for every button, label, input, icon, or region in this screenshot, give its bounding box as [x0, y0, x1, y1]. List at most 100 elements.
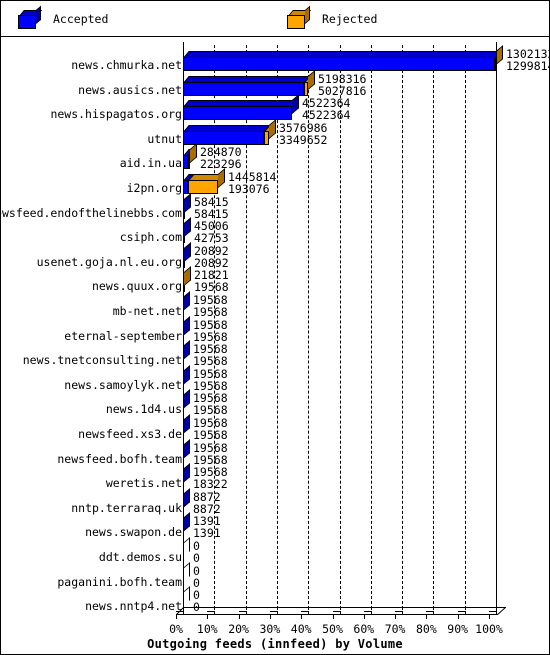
- accepted-swatch-icon: [18, 5, 43, 29]
- x-axis-tick-back: [183, 606, 184, 610]
- category-label: news.quux.org: [91, 279, 182, 294]
- bar-value-accepted: 8872: [193, 501, 221, 516]
- bar-value-total: 3576986: [279, 120, 328, 135]
- x-axis-tick: [238, 614, 240, 619]
- bar-side-face: [218, 168, 225, 188]
- bar-side-face: [183, 463, 190, 484]
- x-axis-tick: [207, 614, 209, 619]
- bar-segment-accepted: [183, 130, 264, 145]
- bar-value-accepted: 19568: [193, 452, 228, 467]
- bar-value-total: 20892: [194, 243, 229, 258]
- legend-item-accepted: Accepted: [18, 5, 109, 31]
- bar-value-accepted: 0: [193, 575, 200, 590]
- x-axis-tick-connector: [426, 611, 434, 612]
- bar-value-accepted: 58415: [194, 206, 229, 221]
- x-axis-line-back: [184, 607, 506, 608]
- category-label: news.hispagatos.org: [50, 107, 182, 122]
- bar-side-face: [183, 414, 190, 434]
- bar-value-accepted: 0: [193, 551, 200, 565]
- bar-value-accepted: 42753: [194, 231, 229, 246]
- bar-value-accepted: 19568: [193, 354, 228, 369]
- category-label: utnut: [147, 131, 182, 146]
- x-axis-tick-back: [276, 606, 278, 610]
- category-label: usenet.goja.nl.eu.org: [36, 254, 182, 269]
- y-axis-line: [183, 42, 184, 614]
- x-axis-tick: [489, 614, 490, 619]
- category-label: ddt.demos.su: [98, 550, 182, 564]
- bar-value-accepted: 3349652: [279, 132, 328, 147]
- bar-value-accepted: 12998142: [506, 59, 550, 73]
- legend: Accepted Rejected: [0, 0, 550, 37]
- category-label: newsfeed.bofh.team: [57, 451, 182, 466]
- bar-value-total: 5198316: [318, 71, 367, 86]
- x-axis-tick: [176, 614, 177, 619]
- x-axis-tick-back: [308, 606, 310, 610]
- category-label: weretis.net: [105, 476, 182, 491]
- category-label: paganini.bofh.team: [57, 574, 182, 589]
- x-axis-tick: [395, 614, 397, 619]
- category-label: news.chmurka.net: [71, 58, 182, 72]
- bar-zero-marker: [183, 586, 190, 607]
- gridline: [464, 45, 466, 614]
- legend-label-accepted: Accepted: [53, 12, 109, 26]
- gridline: [370, 45, 372, 614]
- gridline: [276, 45, 278, 614]
- bar-side-face: [183, 291, 190, 311]
- bar-value-accepted: 19568: [194, 280, 229, 295]
- bar-value-accepted: 223296: [200, 157, 242, 172]
- bar-segment-accepted: [183, 81, 304, 96]
- bar-value-accepted: 19568: [193, 428, 228, 442]
- x-axis-tick-back: [402, 606, 404, 610]
- x-axis-tick-connector: [395, 611, 403, 612]
- x-axis-tick-connector: [301, 611, 309, 612]
- bar-side-face: [184, 217, 191, 238]
- x-axis-tick: [457, 614, 459, 619]
- x-axis-tick-back: [245, 606, 247, 610]
- bar-side-face: [183, 364, 190, 385]
- bar-side-face: [183, 389, 190, 410]
- bar-side-face: [183, 315, 190, 336]
- category-label: news.nntp4.net: [85, 599, 182, 614]
- x-axis-tick: [363, 614, 365, 619]
- x-axis-tick: [332, 614, 334, 619]
- category-label: newsfeed.xs3.de: [78, 427, 182, 441]
- x-axis-tick-back: [496, 606, 497, 610]
- bar-segment-rejected: [188, 180, 218, 194]
- bar-side-face: [292, 94, 299, 115]
- bar-side-face: [183, 340, 190, 361]
- bar-value-accepted: 19568: [193, 378, 228, 393]
- x-axis-line: [176, 614, 498, 615]
- plot-area: 1302132212998142519831650278164522364452…: [0, 37, 550, 655]
- category-label: nntp.terraraq.uk: [71, 500, 182, 515]
- x-axis-tick-back: [433, 606, 435, 610]
- bar-side-face: [183, 512, 190, 533]
- bar-value-total: 19568: [193, 317, 228, 332]
- bar-value-total: 19568: [193, 440, 228, 455]
- bar-value-accepted: 18322: [193, 477, 228, 492]
- category-label: newsfeed.endofthelinebbs.com: [0, 205, 182, 220]
- category-label: news.swapon.de: [85, 525, 182, 540]
- bar-value-accepted: 19568: [193, 329, 228, 344]
- x-axis-tick-connector: [332, 611, 340, 612]
- category-label: i2pn.org: [126, 181, 182, 195]
- bar-side-face: [183, 487, 190, 508]
- x-axis-title: Outgoing feeds (innfeed) by Volume: [147, 637, 403, 651]
- bar-value-total: 8872: [193, 489, 221, 504]
- bar-side-face: [184, 192, 191, 213]
- legend-item-rejected: Rejected: [287, 5, 377, 31]
- bar-value-accepted: 1391: [193, 526, 221, 541]
- bar-side-face: [184, 241, 191, 262]
- x-axis-tick-connector: [238, 611, 246, 612]
- bar-value-accepted: 20892: [194, 255, 229, 270]
- x-axis-tick: [269, 614, 271, 619]
- x-axis-tick-connector: [207, 611, 215, 612]
- axis-depth-right: [497, 607, 506, 615]
- category-label: news.1d4.us: [105, 402, 182, 417]
- category-label: mb-net.net: [112, 304, 182, 318]
- bar-side-face: [183, 438, 190, 459]
- chart-page: Accepted Rejected 1302132212998142519831…: [0, 0, 550, 655]
- x-axis-tick-connector: [489, 611, 496, 612]
- bar-side-face: [184, 266, 191, 287]
- x-axis-tick: [426, 614, 428, 619]
- x-axis-tick-label: 100%: [475, 622, 503, 636]
